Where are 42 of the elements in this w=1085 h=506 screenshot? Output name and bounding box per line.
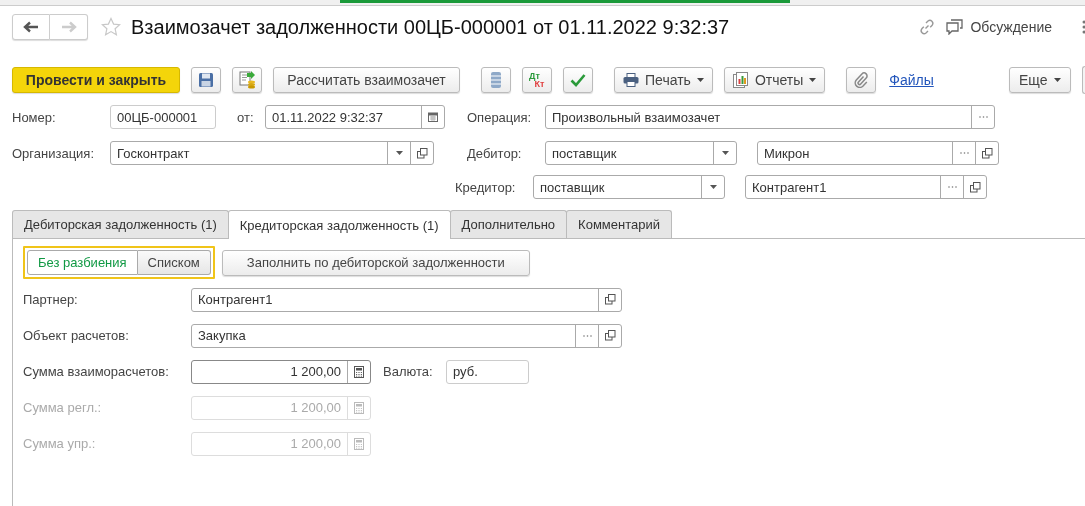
field-label: Дебитор: [467,145,523,161]
amount-field[interactable]: 1 200,00 [191,359,371,384]
operation-field[interactable]: Произвольный взаимозачет [545,105,995,129]
number-field[interactable]: 00ЦБ-000001 [110,105,216,129]
fill-from-receivables-button[interactable]: Заполнить по дебиторской задолженности [221,249,530,276]
tab[interactable]: Дополнительно [449,210,568,238]
field-label: Организация: [12,145,96,161]
print-button[interactable]: Печать [614,67,713,93]
reports-button[interactable]: Отчеты [723,67,826,93]
debit-credit-button[interactable]: Дт Кт [522,67,552,93]
split-mode-option[interactable]: Без разбиения [27,250,138,275]
creditor-field[interactable]: Контрагент1 [745,175,987,199]
field-label: Партнер: [23,292,79,307]
partner-field[interactable]: Контрагент1 [191,287,622,312]
field-label: Сумма упр.: [23,436,97,451]
field-label: Сумма взаиморасчетов: [23,364,170,379]
files-link[interactable]: Файлы [889,72,934,88]
tab[interactable]: Дебиторская задолженность (1) [12,210,229,238]
field-label: Операция: [467,109,533,125]
organization-field[interactable]: Госконтракт [110,141,434,165]
debit-label: Дт [529,72,540,80]
field-label: Сумма регл.: [23,400,103,415]
creditor-type-select[interactable]: поставщик [533,175,725,199]
field-label: Валюта: [383,364,434,379]
tab[interactable]: Кредиторская задолженность (1) [227,210,451,239]
field-label: Кредитор: [455,179,517,195]
more-button[interactable]: Еще [1008,67,1071,93]
credit-label: Кт [534,80,545,88]
settlement-object-field[interactable]: Закупка [191,323,622,348]
window-title: Взаимозачет задолженности 00ЦБ-000001 от 01.11.2022 9:32:37 [131,15,730,39]
split-mode-option[interactable]: Списком [137,250,211,275]
field-label: Объект расчетов: [23,328,130,343]
debtor-type-select[interactable]: поставщик [545,141,737,165]
field-label: Номер: [12,109,57,125]
debtor-field[interactable]: Микрон [757,141,999,165]
calculate-offset-button[interactable]: Рассчитать взаимозачет [273,67,460,93]
tab[interactable]: Комментарий [566,210,672,238]
post-and-close-button[interactable]: Провести и закрыть [12,67,180,93]
currency-field[interactable]: руб. [446,359,529,384]
discussion-button[interactable]: Обсуждение [946,19,1052,35]
date-field[interactable]: 01.11.2022 9:32:37 [265,105,445,129]
field-label: от: [237,109,255,125]
